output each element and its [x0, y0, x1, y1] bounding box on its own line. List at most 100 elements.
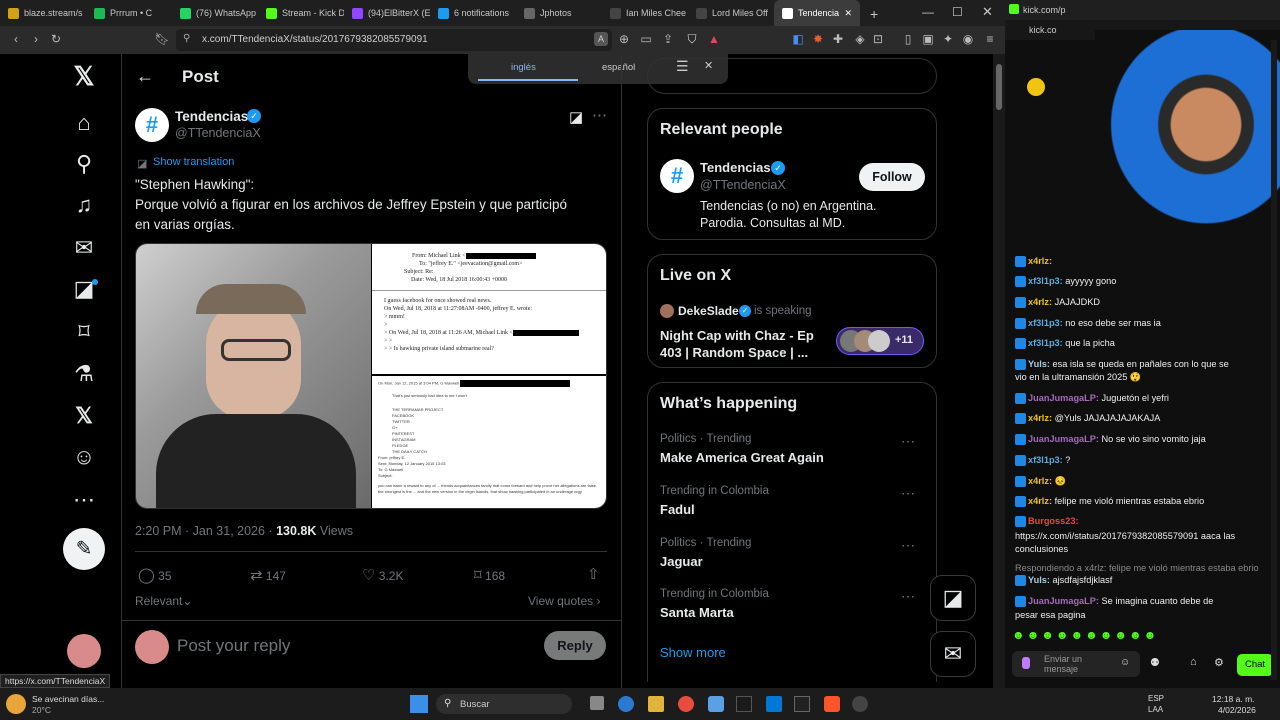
chat-username[interactable]: x4rlz: — [1028, 476, 1052, 486]
bookmarks-icon[interactable]: ⌑ — [68, 316, 100, 348]
person-handle[interactable]: @TTendenciaX — [700, 178, 786, 192]
clock-time[interactable]: 12:18 a. m. — [1212, 694, 1255, 704]
windows-start-icon[interactable] — [410, 695, 428, 713]
wallet-icon[interactable]: ▣ — [920, 31, 936, 47]
chat-username[interactable]: Yuls: — [1028, 359, 1050, 369]
app-icon[interactable] — [708, 696, 724, 712]
lang-indicator[interactable]: ESP — [1148, 694, 1164, 703]
search-icon[interactable]: ⚲ — [68, 148, 100, 180]
chat-username[interactable]: Burgoss23: — [1028, 516, 1079, 526]
more-icon[interactable]: ⋯ — [901, 537, 916, 554]
rewards-icon[interactable]: ▲ — [706, 31, 722, 47]
chat-settings-icon[interactable]: ⚙ — [1214, 656, 1224, 669]
leo-icon[interactable]: ✦ — [940, 31, 956, 47]
trend-item[interactable]: Trending in Colombia Santa Marta ⋯ — [660, 588, 930, 620]
home-icon[interactable]: ⌂ — [68, 107, 100, 139]
more-icon[interactable]: ⋯ — [901, 433, 916, 450]
emoji-icon[interactable]: ☺ — [1120, 657, 1130, 668]
messages-float-button[interactable]: ✉ — [930, 631, 976, 677]
profile-icon[interactable]: ☺ — [68, 441, 100, 473]
show-more-link[interactable]: Show more — [660, 645, 726, 660]
extension-icon[interactable]: ✸ — [810, 31, 826, 47]
bookmark-page-icon[interactable]: 🔖︎ — [154, 31, 170, 47]
more-icon[interactable]: ⋯ — [901, 588, 916, 605]
browser-tab[interactable]: (76) WhatsApp — [172, 0, 258, 26]
browser-tab[interactable]: Stream - Kick D — [258, 0, 344, 26]
person-name[interactable]: Tendencias — [700, 160, 771, 175]
extension-c-icon[interactable]: ⊡ — [870, 31, 886, 47]
chat-store-icon[interactable]: ⌂ — [1190, 656, 1197, 668]
repost-action[interactable]: ⇄ 147 — [250, 566, 286, 584]
brave-icon[interactable] — [824, 696, 840, 712]
chat-username[interactable]: xf3l1p3: — [1028, 338, 1063, 348]
chat-users-icon[interactable]: ⚉ — [1150, 656, 1160, 669]
compose-post-button[interactable]: ✎ — [63, 528, 105, 570]
chat-username[interactable]: x4rlz: — [1028, 413, 1052, 423]
scrollbar-thumb[interactable] — [996, 64, 1002, 110]
more-options-icon[interactable]: ⋯ — [592, 106, 607, 124]
brave-shield-icon[interactable]: ⛉ — [684, 31, 700, 47]
extension-translate-icon[interactable]: ◧ — [790, 31, 806, 47]
minimize-icon[interactable]: — — [922, 5, 934, 19]
weather-icon[interactable] — [6, 694, 26, 714]
zoom-icon[interactable]: ⊕ — [616, 31, 632, 47]
person-avatar[interactable]: # — [660, 159, 694, 193]
chat-username[interactable]: JuanJumagaLP: — [1028, 596, 1099, 606]
new-tab-icon[interactable]: + — [870, 6, 878, 22]
more-icon[interactable]: ⋯ — [901, 485, 916, 502]
chat-username[interactable]: x4rlz: — [1028, 297, 1052, 307]
sidebar-toggle-icon[interactable]: ▯ — [900, 31, 916, 47]
bookmark-action[interactable]: ⌑ 168 — [474, 566, 505, 584]
chat-username[interactable]: xf3l1p3: — [1028, 318, 1063, 328]
chat-username[interactable]: x4rlz: — [1028, 256, 1052, 266]
x-logo-icon[interactable]: 𝕏 — [68, 60, 100, 92]
chat-input[interactable]: Enviar un mensaje ☺ — [1012, 651, 1140, 677]
chat-username[interactable]: JuanJumagaLP: — [1028, 434, 1099, 444]
vscode-icon[interactable] — [766, 696, 782, 712]
taskbar-search[interactable]: ⚲ Buscar — [436, 694, 572, 714]
live-space-title[interactable]: Night Cap with Chaz - Ep 403 | Random Sp… — [660, 327, 814, 361]
capcut-icon[interactable] — [794, 696, 810, 712]
trend-item[interactable]: Politics · Trending Make America Great A… — [660, 433, 930, 465]
browser-tab[interactable]: (94)ElBitterX (E — [344, 0, 430, 26]
extension-b-icon[interactable]: ◈ — [852, 31, 868, 47]
grok-icon[interactable]: ◪ — [68, 273, 100, 305]
hawking-photo[interactable] — [136, 244, 371, 508]
menu-icon[interactable]: ≡ — [982, 31, 998, 47]
jobs-icon[interactable]: ⚗ — [68, 358, 100, 390]
page-scrollbar[interactable] — [993, 54, 1005, 688]
author-handle[interactable]: @TTendenciaX — [175, 126, 261, 140]
app-icon[interactable] — [736, 696, 752, 712]
close-window-icon[interactable]: ✕ — [982, 4, 993, 20]
tweet-media[interactable]: From: Michael Link < To: "jeffrey E." <j… — [135, 243, 607, 509]
chat-username[interactable]: xf3l1p3: — [1028, 276, 1063, 286]
browser-tab[interactable]: blaze.stream/s — [0, 0, 86, 26]
lang-english-tab[interactable]: inglés — [511, 62, 536, 73]
back-arrow-icon[interactable]: ← — [136, 66, 154, 87]
site-info-icon[interactable]: ⚲ — [183, 33, 190, 44]
obs-icon[interactable] — [852, 696, 868, 712]
grok-explain-icon[interactable]: ◪ — [569, 108, 583, 126]
edge-icon[interactable] — [618, 696, 634, 712]
browser-tab[interactable]: Lord Miles Off — [688, 0, 774, 26]
close-tab-icon[interactable]: ✕ — [844, 8, 852, 19]
grok-float-button[interactable]: ◪ — [930, 575, 976, 621]
live-host-name[interactable]: DekeSlade — [678, 304, 739, 318]
chat-scrollbar[interactable] — [1271, 40, 1277, 680]
chat-username[interactable]: xf3l1p3: — [1028, 455, 1063, 465]
browser-tab[interactable]: Jphotos — [516, 0, 602, 26]
share-icon[interactable]: ⇪ — [660, 31, 676, 47]
forward-nav-icon[interactable]: › — [28, 31, 44, 47]
author-avatar[interactable]: # — [135, 108, 169, 142]
chat-username[interactable]: x4rlz: — [1028, 496, 1052, 506]
extension-puzzle-icon[interactable]: ✚ — [830, 31, 846, 47]
task-view-icon[interactable] — [590, 696, 604, 710]
lang-spanish-tab[interactable]: español — [602, 62, 635, 73]
trend-item[interactable]: Politics · Trending Jaguar ⋯ — [660, 537, 930, 569]
cast-icon[interactable]: ▭ — [638, 31, 654, 47]
browser-tab[interactable]: 6 notifications — [430, 0, 516, 26]
url-input[interactable]: ⚲ x.com/TTendenciaX/status/2017679382085… — [176, 29, 612, 51]
share-icon[interactable]: ⇧ — [587, 565, 600, 583]
live-listeners-pill[interactable]: +11 — [836, 327, 924, 355]
premium-x-icon[interactable]: 𝕏 — [68, 400, 100, 432]
